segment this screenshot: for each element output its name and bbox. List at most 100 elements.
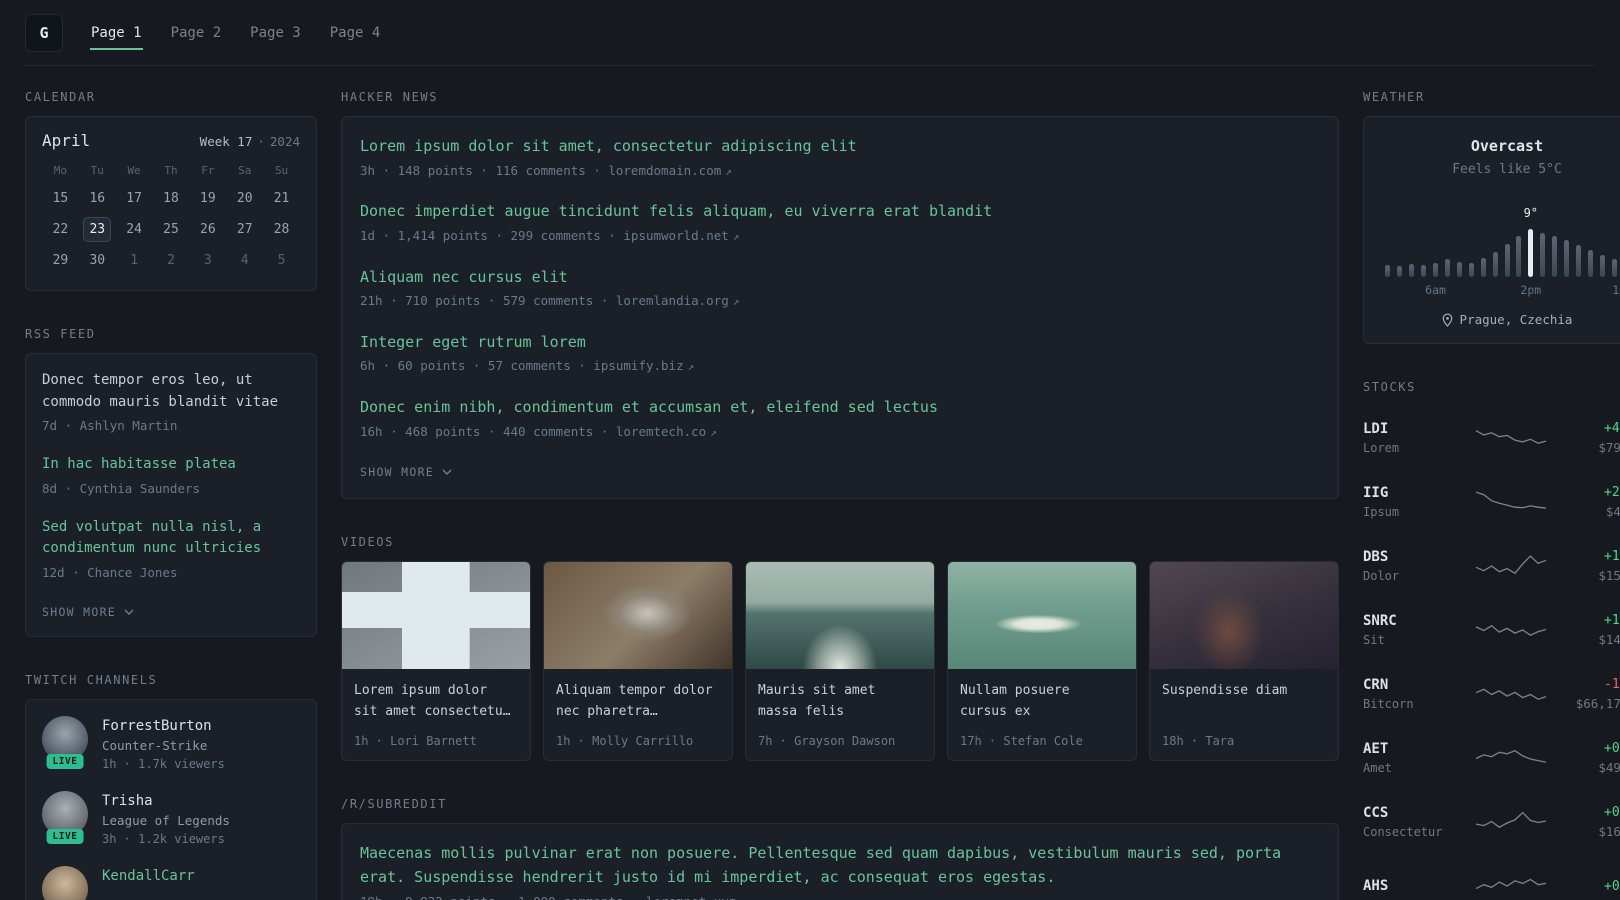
stock-price: $156.28 — [1598, 568, 1620, 583]
post-title-link[interactable]: Maecenas mollis pulvinar erat non posuer… — [360, 842, 1320, 889]
video-thumbnail[interactable] — [1150, 562, 1338, 670]
stock-row[interactable]: CRN Bitcorn -1.00% $66,171.48 — [1363, 662, 1620, 726]
weather-feels-like: Feels like 5°C — [1452, 162, 1562, 177]
videos-widget: VIDEOS Lorem ipsum dolor sit amet consec… — [341, 535, 1339, 762]
video-card-body: Aliquam tempor dolor nec pharetra… 1h · M… — [544, 669, 732, 760]
calendar-day-number: 28 — [273, 222, 290, 237]
calendar-day: 18 — [153, 183, 190, 214]
stock-row[interactable]: CCS Consectetur +0.51% $165.84 — [1363, 790, 1620, 854]
story-title-link[interactable]: Integer eget rutrum lorem — [360, 331, 586, 354]
stock-symbol: AET — [1363, 741, 1389, 757]
stock-price: $66,171.48 — [1575, 696, 1620, 711]
external-link-icon: ↗ — [740, 896, 747, 900]
stock-values: +4.35% $795.18 — [1563, 421, 1620, 455]
rss-item-title[interactable]: Sed volutpat nulla nisl, a condimentum n… — [42, 517, 300, 560]
stock-values: +0.92% $499.72 — [1563, 741, 1620, 775]
calendar-day-number: 16 — [89, 191, 106, 206]
topbar: G Page 1 Page 2 Page 3 Page 4 — [25, 0, 1595, 66]
video-card: Mauris sit amet massa felis 7h · Grayson … — [745, 561, 935, 762]
twitch-channel-name[interactable]: KendallCarr — [102, 866, 195, 884]
twitch-widget: TWITCH CHANNELS LIVE ForrestBurton Counter… — [25, 673, 317, 900]
stock-row[interactable]: SNRC Sit +1.36% $148.64 — [1363, 598, 1620, 662]
chevron-down-icon — [442, 469, 452, 476]
rss-item-meta: 7d · Ashlyn Martin — [42, 418, 178, 434]
calendar-day: 15 — [42, 183, 79, 214]
stock-values: +1.36% $148.64 — [1563, 613, 1620, 647]
post-domain-link[interactable]: loremnet.xyz↗ — [646, 894, 747, 900]
section-title-subreddit: /R/SUBREDDIT — [341, 797, 447, 812]
weather-bar-cell — [1477, 258, 1489, 277]
section-title-hackernews: HACKER NEWS — [341, 90, 439, 104]
story-title-link[interactable]: Donec imperdiet augue tincidunt felis al… — [360, 200, 992, 223]
story-stats: 3h · 148 points · 116 comments · — [360, 162, 609, 178]
video-thumbnail[interactable] — [746, 562, 934, 670]
hackernews-item: Integer eget rutrum lorem 6h · 60 points … — [360, 331, 1320, 376]
story-domain-link[interactable]: loremlandia.org ↗ — [616, 293, 740, 308]
video-thumbnail[interactable] — [948, 562, 1136, 670]
video-title-link[interactable]: Suspendisse diam — [1162, 681, 1326, 702]
dashboard: G Page 1 Page 2 Page 3 Page 4 CALENDAR Apri… — [0, 0, 1620, 900]
tab-page-4[interactable]: Page 4 — [329, 18, 382, 48]
weather-bar-cell — [1382, 265, 1394, 277]
video-title-link[interactable]: Mauris sit amet massa felis — [758, 681, 922, 723]
weather-hourly-chart: 9° — [1382, 191, 1620, 277]
story-domain-link[interactable]: loremtech.co ↗ — [616, 424, 717, 439]
stock-values: +0.46% — [1563, 879, 1620, 894]
hackernews-show-more-button[interactable]: SHOW MORE — [360, 465, 452, 479]
rss-item: Donec tempor eros leo, ut commodo mauris… — [42, 370, 300, 436]
stock-symbol: LDI — [1363, 421, 1389, 437]
stock-sparkline-wrap — [1459, 807, 1563, 837]
stock-change: +2.84% — [1604, 485, 1620, 500]
hackernews-items: Lorem ipsum dolor sit amet, consectetur … — [360, 135, 1320, 441]
rss-item-title[interactable]: Donec tempor eros leo, ut commodo mauris… — [42, 370, 300, 413]
calendar-day: 28 — [263, 214, 300, 245]
rss-item-title[interactable]: In hac habitasse platea — [42, 454, 300, 476]
calendar-day-header: Fr — [201, 164, 215, 177]
stock-sparkline-wrap — [1459, 615, 1563, 645]
app-logo[interactable]: G — [25, 13, 63, 52]
stock-change: +0.51% — [1604, 805, 1620, 820]
story-domain-link[interactable]: loremdomain.com ↗ — [608, 163, 732, 178]
video-title-link[interactable]: Lorem ipsum dolor sit amet consectetu… — [354, 681, 518, 723]
calendar-day: 24 — [116, 214, 153, 245]
twitch-channel-name[interactable]: Trisha — [102, 791, 230, 809]
video-title-link[interactable]: Nullam posuere cursus ex — [960, 681, 1124, 723]
twitch-channel-row[interactable]: LIVE ForrestBurton Counter-Strike 1h · 1.7k… — [42, 715, 300, 771]
story-domain-link[interactable]: ipsumworld.net ↗ — [623, 228, 739, 243]
video-title-link[interactable]: Aliquam tempor dolor nec pharetra… — [556, 681, 720, 723]
calendar-day-number: 1 — [130, 253, 139, 268]
video-thumbnail[interactable] — [342, 562, 530, 670]
twitch-channel-name[interactable]: ForrestBurton — [102, 716, 225, 734]
calendar-day-number: 29 — [52, 253, 69, 268]
twitch-channel-row[interactable]: KendallCarr — [42, 865, 300, 900]
video-meta: 17h · Stefan Cole — [960, 734, 1083, 749]
calendar-day: 5 — [263, 245, 300, 276]
post-stats: 19h · 9,932 points · 1,090 comments · — [360, 894, 646, 900]
tab-page-1[interactable]: Page 1 — [90, 18, 143, 50]
story-title-link[interactable]: Lorem ipsum dolor sit amet, consectetur … — [360, 135, 857, 158]
story-title-link[interactable]: Donec enim nibh, condimentum et accumsan… — [360, 396, 938, 419]
video-thumbnail[interactable] — [544, 562, 732, 670]
story-domain-link[interactable]: ipsumify.biz ↗ — [593, 358, 694, 373]
stock-row[interactable]: LDI Lorem +4.35% $795.18 — [1363, 406, 1620, 470]
twitch-channel-row[interactable]: LIVE Trisha League of Legends 3h · 1.2k vie… — [42, 790, 300, 846]
stock-sparkline-wrap — [1459, 551, 1563, 581]
stock-row[interactable]: DBS Dolor +1.42% $156.28 — [1363, 534, 1620, 598]
calendar-day-number: 2 — [167, 253, 175, 268]
stock-row[interactable]: AHS +0.46% — [1363, 854, 1620, 900]
calendar-card: April Week 17 · 2024 Mo Tu We Th Fr Sa Su 15 16 17… — [25, 116, 317, 291]
calendar-day-number: 25 — [163, 222, 179, 237]
stock-name: Amet — [1363, 761, 1392, 775]
video-card: Aliquam tempor dolor nec pharetra… 1h · M… — [543, 561, 733, 762]
tab-page-2[interactable]: Page 2 — [170, 18, 223, 48]
rss-show-more-button[interactable]: SHOW MORE — [42, 605, 134, 619]
weather-bar-cell — [1584, 250, 1596, 277]
story-stats: 21h · 710 points · 579 comments · — [360, 293, 616, 308]
stock-row[interactable]: IIG Ipsum +2.84% $42.04 — [1363, 470, 1620, 534]
weather-condition: Overcast — [1470, 137, 1544, 155]
stock-row[interactable]: AET Amet +0.92% $499.72 — [1363, 726, 1620, 790]
tab-page-3[interactable]: Page 3 — [249, 18, 302, 48]
hackernews-widget: HACKER NEWS Lorem ipsum dolor sit amet, … — [341, 90, 1339, 500]
stock-change: +1.42% — [1604, 549, 1620, 564]
story-title-link[interactable]: Aliquam nec cursus elit — [360, 266, 568, 289]
